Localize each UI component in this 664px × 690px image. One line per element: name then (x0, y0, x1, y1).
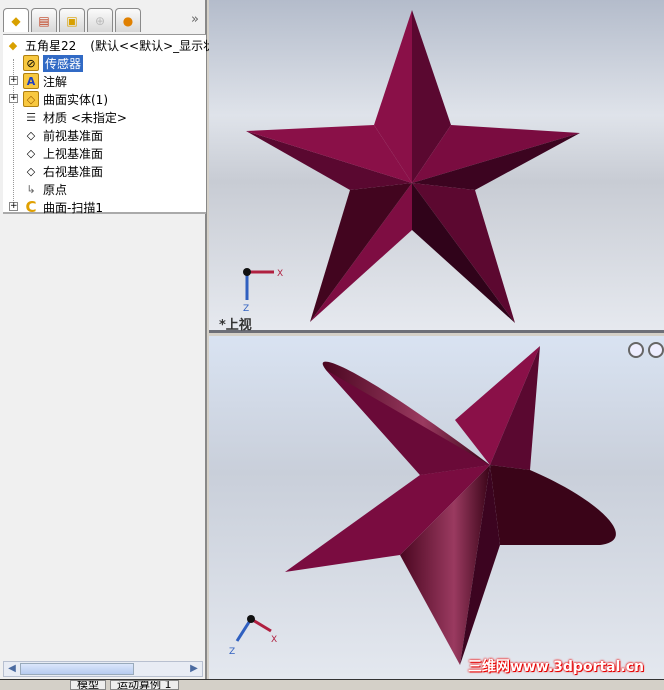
viewport-bottom[interactable]: X Z 三维网www.3dportal.cn (209, 336, 664, 679)
panel-tabs: ◆ ▤ ▣ ⊕ ● (3, 8, 203, 34)
configuration-icon: ▣ (66, 13, 78, 28)
tab-property-manager[interactable]: ▤ (31, 8, 57, 32)
scroll-thumb[interactable] (20, 663, 134, 675)
part-configuration: (默认<<默认>_显示状态 (90, 38, 228, 53)
axis-z-label: Z (243, 304, 249, 314)
watermark: 三维网www.3dportal.cn (467, 659, 644, 675)
sensor-folder-icon: ⊘ (23, 55, 39, 71)
tab-dimxpert[interactable]: ⊕ (87, 8, 113, 32)
plane-icon: ◇ (26, 128, 36, 142)
surface-body-icon: ◇ (23, 91, 39, 107)
annotation-icon: A (23, 73, 39, 89)
tab-model[interactable]: 模型 (70, 680, 106, 690)
star-top-view: X Z (243, 10, 580, 323)
axis-triad (235, 615, 272, 642)
tree-root[interactable]: ◆ 五角星22 (默认<<默认>_显示状态 (5, 36, 227, 54)
horizontal-scrollbar[interactable]: ◀ ▶ (3, 661, 203, 677)
expand-toggle[interactable]: + (9, 202, 18, 211)
tree-item-label: 材质 <未指定> (43, 110, 127, 125)
tree-item-front-plane[interactable]: ◇ 前视基准面 (23, 126, 103, 144)
tree-item-sweep[interactable]: C 曲面-扫描1 (23, 198, 103, 216)
tab-display-manager[interactable]: ● (115, 8, 141, 32)
star-isometric-view: X Z (229, 346, 616, 665)
scroll-right-button[interactable]: ▶ (187, 662, 201, 676)
tree-item-label: 传感器 (43, 54, 84, 72)
tree-item-label: 曲面-扫描1 (43, 200, 103, 215)
tree-item-annotations[interactable]: A 注解 (23, 72, 67, 90)
tab-feature-manager[interactable]: ◆ (3, 8, 29, 32)
axis-z-label: Z (229, 647, 235, 657)
part-icon: ◆ (8, 38, 18, 52)
tree-item-sensors[interactable]: ⊘ 传感器 (23, 54, 84, 72)
tree-item-material[interactable]: ☰ 材质 <未指定> (23, 108, 127, 126)
tree-item-top-plane[interactable]: ◇ 上视基准面 (23, 144, 103, 162)
bottom-tabs: 模型 运动算例 1 (0, 679, 664, 690)
part-name: 五角星22 (25, 38, 77, 53)
expand-toggle[interactable]: + (9, 76, 18, 85)
tree-item-label: 前视基准面 (43, 128, 104, 143)
feature-tree: ◆ 五角星22 (默认<<默认>_显示状态 ⊘ 传感器 + A 注解 + ◇ 曲面实体… (3, 34, 227, 216)
tree-item-right-plane[interactable]: ◇ 右视基准面 (23, 162, 103, 180)
expand-toggle[interactable]: + (9, 94, 18, 103)
more-tabs-button[interactable]: » (191, 12, 199, 27)
axis-x-label: X (271, 635, 277, 645)
property-icon: ▤ (38, 13, 50, 28)
view-toolbar (628, 342, 664, 358)
view-label: *上视 (219, 318, 252, 333)
display-icon: ● (122, 13, 134, 28)
tree-item-label: 原点 (43, 182, 68, 197)
part-icon: ◆ (11, 13, 21, 28)
axis-triad (243, 268, 274, 300)
tree-item-label: 上视基准面 (43, 146, 104, 161)
tree-item-label: 注解 (43, 74, 68, 89)
origin-icon: ↳ (26, 182, 36, 196)
zoom-area-icon[interactable] (648, 342, 664, 358)
scroll-left-button[interactable]: ◀ (5, 662, 19, 676)
viewport-top[interactable]: X Z *上视 (209, 0, 664, 333)
sweep-icon: C (25, 198, 37, 216)
axis-x-label: X (277, 269, 283, 279)
tree-item-label: 曲面实体(1) (43, 92, 108, 107)
tree-item-origin[interactable]: ↳ 原点 (23, 180, 67, 198)
material-icon: ☰ (26, 110, 36, 124)
zoom-to-fit-icon[interactable] (628, 342, 644, 358)
tab-configuration-manager[interactable]: ▣ (59, 8, 85, 32)
tab-motion-study[interactable]: 运动算例 1 (110, 680, 179, 690)
tree-item-label: 右视基准面 (43, 164, 104, 179)
plane-icon: ◇ (26, 164, 36, 178)
plane-icon: ◇ (26, 146, 36, 160)
tree-item-surface-bodies[interactable]: ◇ 曲面实体(1) (23, 90, 108, 108)
dimxpert-icon: ⊕ (94, 13, 106, 28)
feature-manager-panel: ◆ ▤ ▣ ⊕ ● » ◆ 五角星22 (默认<<默认>_显示状态 ⊘ 传感器 +… (0, 0, 227, 687)
